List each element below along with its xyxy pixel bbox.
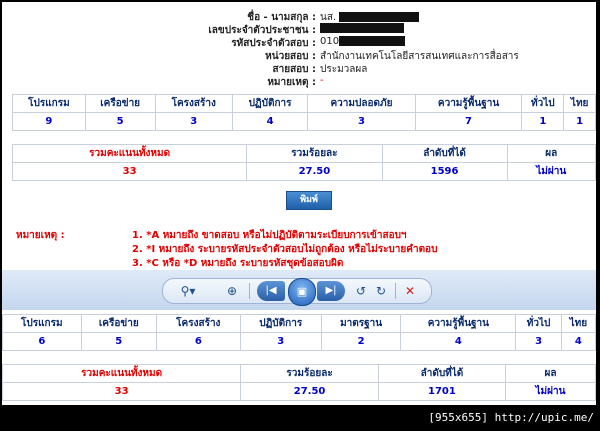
table-header: ไทย [563, 94, 596, 113]
footer-text: [955x655] http://upic.me/ [428, 411, 594, 424]
table-header: เครือข่าย [84, 94, 156, 113]
info-remark: หมายเหตุ : - [2, 75, 596, 88]
table-cell: 3 [154, 112, 233, 131]
total-score-table: รวมคะแนนทั้งหมด รวมร้อยละ ลำดับที่ได้ ผล… [2, 364, 596, 401]
slideshow-icon[interactable]: ▣ [288, 278, 316, 306]
table-header: รวมคะแนนทั้งหมด [11, 144, 248, 163]
info-name: ชื่อ - นามสกุล : นส. [2, 10, 596, 23]
actual-size-icon[interactable]: ⊕ [223, 282, 241, 300]
table-header: ปฏิบัติการ [239, 314, 322, 333]
table-cell: 1 [521, 112, 565, 131]
info-label: หมายเหตุ : [267, 77, 316, 88]
photo-viewer-toolbar: ⚲▾ ⊕ |◀ ▣ ▶| ↺ ↻ ✕ [162, 278, 432, 306]
separator [395, 283, 396, 299]
info-track: สายสอบ : ประมวลผล [2, 62, 596, 75]
table-cell: 4 [231, 112, 309, 131]
table-cell: 1596 [381, 162, 508, 181]
table-row: 33 27.50 1596 ไม่ผ่าน [11, 162, 596, 181]
info-citizen-id: เลขประจำตัวประชาชน : [2, 23, 596, 36]
table-header: โครงสร้าง [154, 94, 233, 113]
table-header: มาตรฐาน [320, 314, 402, 333]
delete-icon[interactable]: ✕ [401, 282, 419, 300]
table-header: ความรู้พื้นฐาน [400, 314, 517, 333]
table-row: 6 5 6 3 2 4 3 4 [2, 332, 596, 351]
total-score-table: รวมคะแนนทั้งหมด รวมร้อยละ ลำดับที่ได้ ผล… [11, 144, 596, 181]
table-header: ทั่วไป [515, 314, 562, 333]
table-cell: 7 [414, 112, 523, 131]
table-header: ผล [504, 364, 596, 383]
table-header-row: รวมคะแนนทั้งหมด รวมร้อยละ ลำดับที่ได้ ผล [2, 364, 596, 383]
next-icon[interactable]: ▶| [317, 281, 345, 301]
table-header: โปรแกรม [2, 314, 82, 333]
table-header-row: โปรแกรม เครือข่าย โครงสร้าง ปฏิบัติการ ม… [2, 314, 596, 333]
redaction [339, 36, 406, 46]
table-header: ไทย [560, 314, 596, 333]
table-cell: 33 [2, 382, 242, 401]
zoom-icon[interactable]: ⚲▾ [175, 282, 201, 300]
info-value: - [320, 75, 324, 86]
redaction [320, 23, 404, 33]
table-header: รวมร้อยละ [240, 364, 379, 383]
table-cell: 6 [2, 332, 82, 351]
image-host-footer: [955x655] http://upic.me/ [0, 407, 600, 431]
table-header: ทั่วไป [521, 94, 565, 113]
table-header: ปฏิบัติการ [231, 94, 309, 113]
rotate-left-icon[interactable]: ↺ [353, 282, 369, 300]
remark-item: 2. *I หมายถึง ระบายรหัสประจำตัวสอบไม่ถูก… [132, 244, 438, 255]
table-row: 9 5 3 4 3 7 1 1 [12, 112, 596, 131]
previous-icon[interactable]: |◀ [257, 281, 285, 301]
table-cell: 3 [307, 112, 416, 131]
table-cell: 1701 [377, 382, 506, 401]
table-header: โครงสร้าง [155, 314, 241, 333]
table-header-row: รวมคะแนนทั้งหมด รวมร้อยละ ลำดับที่ได้ ผล [11, 144, 596, 163]
table-cell: 9 [12, 112, 86, 131]
table-cell: 6 [155, 332, 241, 351]
table-header: รวมคะแนนทั้งหมด [2, 364, 242, 383]
table-header: ลำดับที่ได้ [381, 144, 508, 163]
info-value: นส. [320, 12, 337, 23]
table-cell: 4 [400, 332, 517, 351]
info-exam-id: รหัสประจำตัวสอบ : 010 [2, 36, 596, 49]
remarks-title: หมายเหตุ : [16, 230, 65, 241]
table-cell: 2 [320, 332, 402, 351]
info-value: 010 [320, 36, 340, 47]
remark-item: 1. *A หมายถึง ขาดสอบ หรือไม่ปฏิบัติตามระ… [132, 230, 407, 241]
table-cell: 5 [84, 112, 156, 131]
separator [249, 283, 250, 299]
info-exam-unit: หน่วยสอบ : สำนักงานเทคโนโลยีสารสนเทศและก… [2, 49, 596, 62]
screenshot-frame: ชื่อ - นามสกุล : นส. เลขประจำตัวประชาชน … [2, 2, 596, 405]
remark-item: 3. *C หรือ *D หมายถึง ระบายรหัสชุดข้อสอบ… [132, 258, 344, 269]
table-cell: 4 [560, 332, 596, 351]
table-row: 33 27.50 1701 ไม่ผ่าน [2, 382, 596, 401]
print-button[interactable]: พิมพ์ [286, 191, 332, 210]
table-header: เครือข่าย [80, 314, 157, 333]
table-cell: ไม่ผ่าน [506, 162, 596, 181]
table-cell: 5 [80, 332, 157, 351]
table-cell: ไม่ผ่าน [504, 382, 596, 401]
table-cell: 33 [11, 162, 248, 181]
table-cell: 27.50 [240, 382, 379, 401]
subject-score-table: โปรแกรม เครือข่าย โครงสร้าง ปฏิบัติการ ม… [2, 314, 596, 351]
table-header-row: โปรแกรม เครือข่าย โครงสร้าง ปฏิบัติการ ค… [12, 94, 596, 113]
rotate-right-icon[interactable]: ↻ [373, 282, 389, 300]
table-header: ลำดับที่ได้ [377, 364, 506, 383]
table-header: รวมร้อยละ [246, 144, 383, 163]
table-cell: 3 [239, 332, 322, 351]
table-header: ผล [506, 144, 596, 163]
subject-score-table: โปรแกรม เครือข่าย โครงสร้าง ปฏิบัติการ ค… [12, 94, 596, 131]
table-header: ความปลอดภัย [307, 94, 416, 113]
table-cell: 3 [515, 332, 562, 351]
table-cell: 27.50 [246, 162, 383, 181]
table-header: โปรแกรม [12, 94, 86, 113]
table-cell: 1 [563, 112, 596, 131]
redaction [339, 12, 420, 22]
table-header: ความรู้พื้นฐาน [414, 94, 523, 113]
